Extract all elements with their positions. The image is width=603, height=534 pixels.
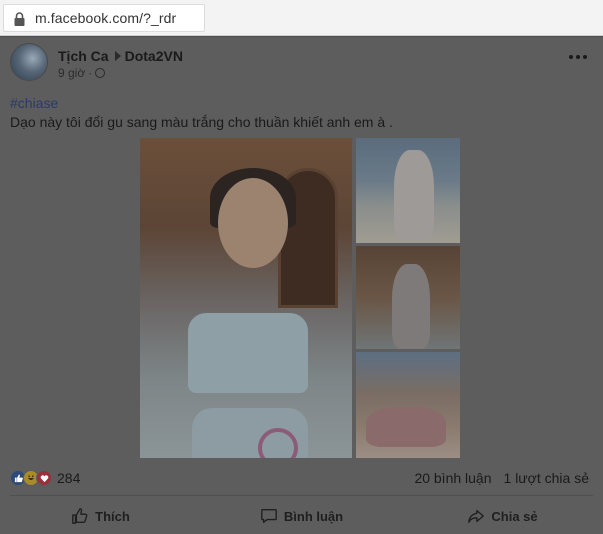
hashtag-link[interactable]: #chiase xyxy=(10,95,58,111)
meta-separator: · xyxy=(88,66,93,80)
comment-count[interactable]: 20 bình luận xyxy=(414,470,491,486)
group-name[interactable]: Dota2VN xyxy=(125,48,183,64)
like-button[interactable]: Thích xyxy=(0,502,201,530)
caret-right-icon xyxy=(114,51,121,61)
thumbs-up-icon xyxy=(72,508,88,524)
browser-address-bar: m.facebook.com/?_rdr xyxy=(0,0,603,36)
reaction-summary[interactable]: 284 xyxy=(10,470,80,486)
url-field[interactable]: m.facebook.com/?_rdr xyxy=(3,4,205,32)
like-label: Thích xyxy=(95,508,130,524)
post-header: Tịch Ca Dota2VN xyxy=(58,48,183,64)
photo-decor xyxy=(218,178,288,268)
share-icon xyxy=(468,509,485,523)
lock-icon xyxy=(12,10,26,26)
author-name[interactable]: Tịch Ca xyxy=(58,48,109,64)
post-meta: 9 giờ · xyxy=(58,66,106,80)
photo-main[interactable] xyxy=(140,138,352,458)
photo-thumb-1[interactable] xyxy=(356,138,460,243)
photo-decor xyxy=(188,313,308,393)
divider xyxy=(10,495,593,496)
love-reaction-icon xyxy=(36,470,52,486)
post-card: Tịch Ca Dota2VN 9 giờ · #chiase Dạo này … xyxy=(0,37,603,534)
url-text: m.facebook.com/?_rdr xyxy=(35,10,177,26)
share-count[interactable]: 1 lượt chia sẻ xyxy=(504,470,589,486)
comment-button[interactable]: Bình luận xyxy=(201,502,402,530)
globe-icon xyxy=(95,68,106,78)
post-actions: Thích Bình luận Chia sẻ xyxy=(0,502,603,530)
comment-label: Bình luận xyxy=(283,508,344,524)
avatar[interactable] xyxy=(10,43,48,81)
photo-decor xyxy=(394,150,434,240)
photo-thumb-2[interactable] xyxy=(356,246,460,349)
post-stats: 20 bình luận 1 lượt chia sẻ xyxy=(414,470,589,486)
photo-decor xyxy=(392,264,430,349)
photo-thumb-3[interactable] xyxy=(356,352,460,458)
comment-icon xyxy=(261,509,277,523)
post-time[interactable]: 9 giờ xyxy=(58,66,85,80)
photo-decor xyxy=(366,407,446,447)
post-caption: Dạo này tôi đổi gu sang màu trắng cho th… xyxy=(10,114,393,130)
share-button[interactable]: Chia sẻ xyxy=(402,502,603,530)
reaction-count: 284 xyxy=(57,470,81,486)
more-icon[interactable] xyxy=(569,55,587,59)
share-label: Chia sẻ xyxy=(491,508,538,524)
